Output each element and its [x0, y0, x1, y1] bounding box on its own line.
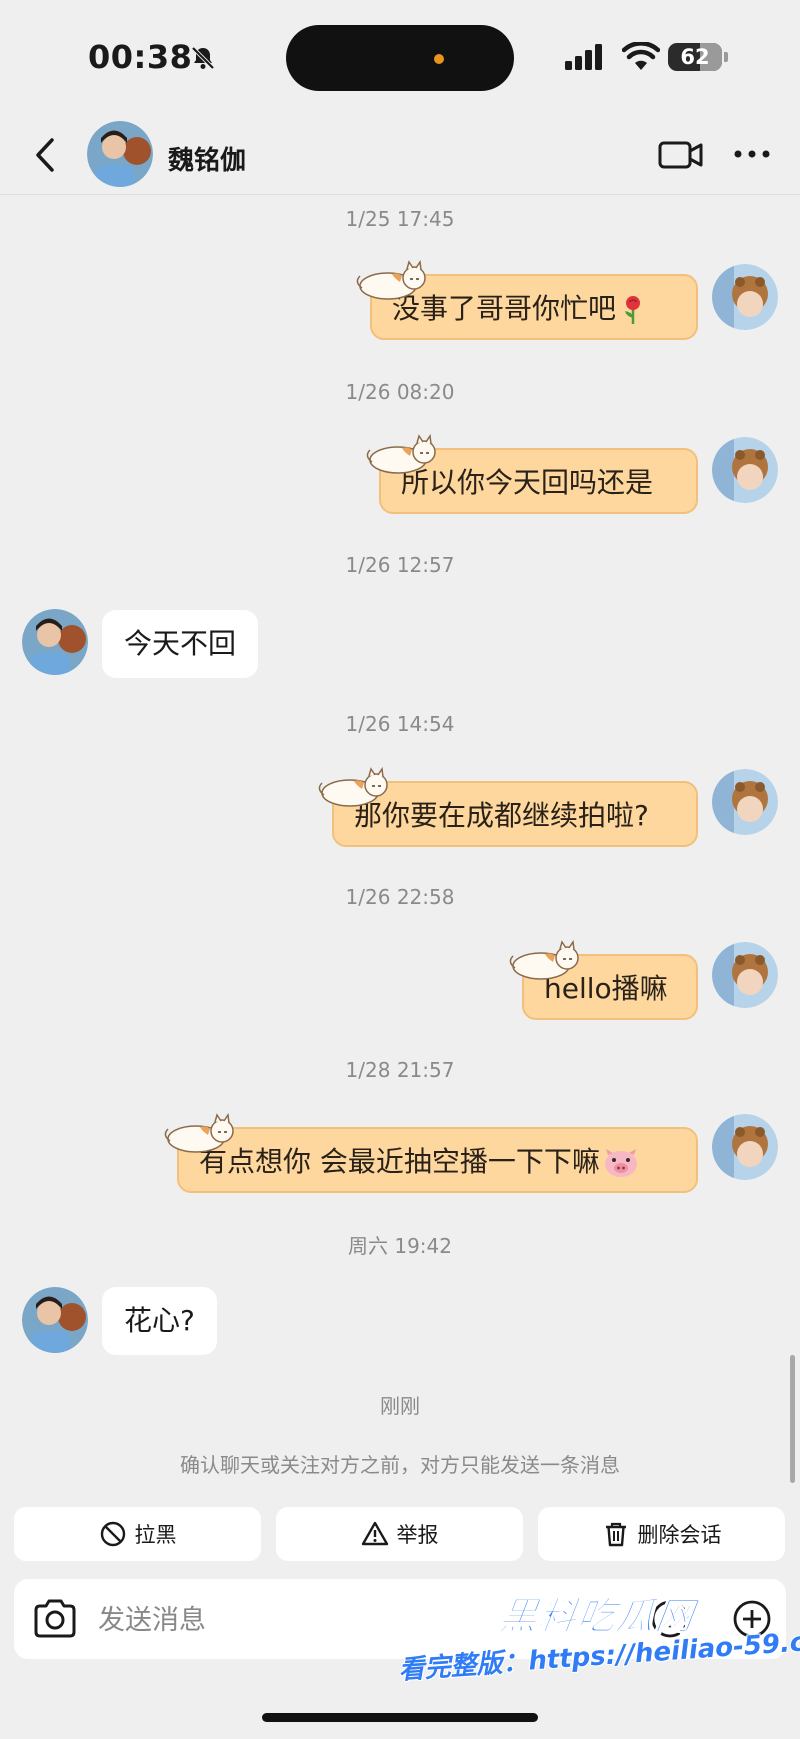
cat-sticker-icon — [164, 1112, 234, 1153]
battery-indicator: 62 — [668, 43, 722, 71]
recording-dot-icon — [434, 54, 444, 64]
report-label: 举报 — [396, 1523, 439, 1547]
home-indicator[interactable] — [262, 1713, 538, 1722]
message-text: 有点想你 会最近抽空播一下下嘛 — [199, 1145, 600, 1178]
message-text: 花心? — [124, 1304, 195, 1337]
my-avatar[interactable] — [712, 1114, 778, 1180]
message-timestamp: 1/26 12:57 — [345, 553, 455, 577]
message-input[interactable] — [96, 1599, 560, 1641]
block-label: 拉黑 — [134, 1523, 177, 1547]
delete-conversation-button[interactable]: 删除会话 — [538, 1507, 785, 1561]
contact-avatar[interactable] — [22, 1287, 88, 1353]
my-avatar[interactable] — [712, 942, 778, 1008]
pig-emoji-icon — [604, 1149, 637, 1177]
block-button[interactable]: 拉黑 — [14, 1507, 261, 1561]
message-timestamp: 1/26 14:54 — [345, 712, 455, 736]
camera-icon[interactable] — [32, 1598, 78, 1640]
just-now-timestamp: 刚刚 — [380, 1394, 420, 1418]
status-bar: 00:38 62 — [0, 0, 800, 118]
my-avatar[interactable] — [712, 769, 778, 835]
message-timestamp: 1/25 17:45 — [345, 207, 455, 231]
message-timestamp: 1/28 21:57 — [345, 1058, 455, 1082]
message-text: 那你要在成都继续拍啦? — [354, 799, 649, 832]
message-timestamp: 1/26 08:20 — [345, 380, 455, 404]
status-time: 00:38 — [88, 38, 193, 76]
message-bubble-in[interactable]: 花心? — [102, 1287, 217, 1355]
more-options-icon[interactable] — [732, 146, 772, 162]
cat-sticker-icon — [366, 433, 436, 474]
block-icon — [100, 1521, 125, 1547]
bell-muted-icon — [191, 46, 215, 70]
wifi-icon — [622, 42, 660, 70]
my-avatar[interactable] — [712, 264, 778, 330]
message-timestamp: 周六 19:42 — [348, 1234, 452, 1258]
cat-sticker-icon — [318, 766, 388, 807]
video-call-icon[interactable] — [658, 138, 704, 172]
my-avatar[interactable] — [712, 437, 778, 503]
message-bubble-out[interactable]: 有点想你 会最近抽空播一下下嘛 — [177, 1127, 698, 1193]
battery-tip-icon — [724, 52, 728, 62]
contact-avatar[interactable] — [87, 121, 153, 187]
delete-conversation-label: 删除会话 — [637, 1523, 722, 1547]
chat-header: 魏铭伽 — [0, 118, 800, 195]
message-text: 今天不回 — [124, 627, 237, 660]
message-bubble-in[interactable]: 今天不回 — [102, 610, 259, 678]
back-chevron-icon[interactable] — [26, 132, 66, 178]
dynamic-island — [286, 25, 514, 91]
contact-avatar[interactable] — [22, 609, 88, 675]
trash-icon — [605, 1522, 626, 1547]
report-button[interactable]: 举报 — [276, 1507, 523, 1561]
message-timestamp: 1/26 22:58 — [345, 885, 455, 909]
cat-sticker-icon — [509, 939, 579, 980]
message-limit-notice: 确认聊天或关注对方之前，对方只能发送一条消息 — [180, 1453, 620, 1477]
cat-sticker-icon — [356, 259, 426, 300]
contact-name[interactable]: 魏铭伽 — [168, 140, 246, 177]
warning-icon — [361, 1521, 388, 1546]
rose-emoji-icon — [625, 296, 641, 324]
cellular-signal-icon — [565, 44, 602, 70]
